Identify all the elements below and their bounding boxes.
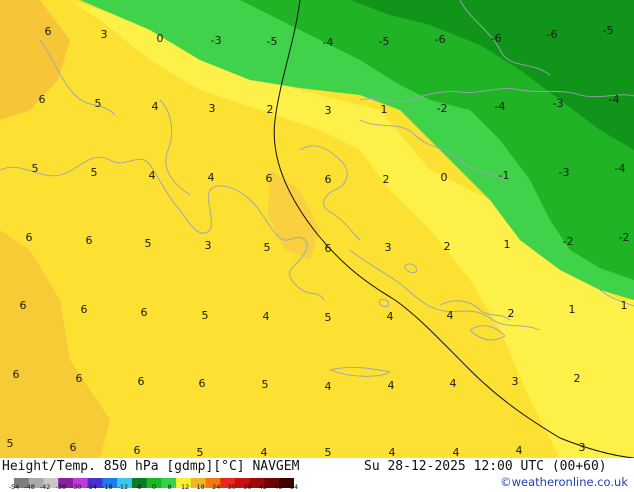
colorbar — [14, 473, 295, 488]
contour-label: 1 — [621, 299, 628, 312]
contour-label: 6 — [141, 306, 148, 319]
contour-label: -5 — [267, 35, 278, 48]
contour-label: 6 — [13, 368, 20, 381]
map-footer: Height/Temp. 850 hPa [gdmp][°C] NAVGEM S… — [0, 458, 634, 491]
contour-label: 5 — [145, 237, 152, 250]
contour-label: -2 — [437, 102, 448, 115]
contour-label: 2 — [267, 103, 274, 116]
contour-label: 6 — [26, 231, 33, 244]
contour-label: 6 — [86, 234, 93, 247]
contour-label: 4 — [516, 444, 523, 457]
contour-label: -3 — [553, 97, 564, 110]
contour-label: -3 — [211, 34, 222, 47]
credit-link[interactable]: ©weatheronline.co.uk — [500, 475, 628, 489]
contour-label: 0 — [157, 32, 164, 45]
contour-label: 5 — [325, 311, 332, 324]
contour-label: -3 — [559, 166, 570, 179]
contour-label: -4 — [609, 93, 620, 106]
contour-label: -5 — [603, 24, 614, 37]
contour-label: 6 — [20, 299, 27, 312]
contour-label: -6 — [435, 33, 446, 46]
contour-label: 2 — [508, 307, 515, 320]
contour-label: 6 — [199, 377, 206, 390]
contour-label: 3 — [101, 28, 108, 41]
contour-label: 4 — [447, 309, 454, 322]
contour-label: 6 — [325, 242, 332, 255]
contour-label: 5 — [325, 446, 332, 458]
map-canvas: 6 3 0 -3 -5 -4 -5 -6 -6 -6 -5 6 5 4 3 2 3 1 -2 -4 -3 -4 5 5 4 4 6 6… — [0, 0, 634, 458]
contour-label: 6 — [76, 372, 83, 385]
contour-label: 3 — [209, 102, 216, 115]
contour-label: 5 — [95, 97, 102, 110]
contour-label: 5 — [7, 437, 14, 450]
contour-label: 4 — [450, 377, 457, 390]
contour-label: 4 — [261, 446, 268, 458]
contour-label: 6 — [266, 172, 273, 185]
contour-label: 6 — [134, 444, 141, 457]
contour-label: -6 — [547, 28, 558, 41]
contour-label: -6 — [491, 32, 502, 45]
contour-label: 4 — [149, 169, 156, 182]
contour-label: 6 — [39, 93, 46, 106]
contour-label: -2 — [619, 231, 630, 244]
contour-label: 6 — [70, 441, 77, 454]
contour-label: 4 — [152, 100, 159, 113]
contour-label: 1 — [504, 238, 511, 251]
temperature-map: 6 3 0 -3 -5 -4 -5 -6 -6 -6 -5 6 5 4 3 2 3 1 -2 -4 -3 -4 5 5 4 4 6 6… — [0, 0, 634, 458]
contour-label: -4 — [615, 162, 626, 175]
contour-label: -4 — [323, 36, 334, 49]
contour-label: 4 — [263, 310, 270, 323]
contour-label: 2 — [383, 173, 390, 186]
contour-label: -1 — [499, 169, 510, 182]
contour-label: 6 — [45, 25, 52, 38]
valid-time: Su 28-12-2025 12:00 UTC (00+60) — [364, 459, 607, 474]
contour-label: 4 — [388, 379, 395, 392]
contour-label: 1 — [569, 303, 576, 316]
contour-label: 2 — [444, 240, 451, 253]
contour-label: 5 — [32, 162, 39, 175]
weather-map-frame: 6 3 0 -3 -5 -4 -5 -6 -6 -6 -5 6 5 4 3 2 3 1 -2 -4 -3 -4 5 5 4 4 6 6… — [0, 0, 634, 491]
contour-label: 3 — [205, 239, 212, 252]
contour-label: 5 — [262, 378, 269, 391]
contour-label: 4 — [387, 310, 394, 323]
contour-label: 5 — [202, 309, 209, 322]
contour-label: 6 — [81, 303, 88, 316]
contour-label: -4 — [495, 100, 506, 113]
contour-label: 5 — [91, 166, 98, 179]
contour-label: 6 — [325, 173, 332, 186]
contour-label: 4 — [208, 171, 215, 184]
contour-label: 4 — [389, 446, 396, 458]
contour-label: 5 — [197, 446, 204, 458]
contour-label: -2 — [563, 235, 574, 248]
contour-label: 0 — [441, 171, 448, 184]
contour-label: 2 — [574, 372, 581, 385]
contour-label: 5 — [264, 241, 271, 254]
contour-label: 4 — [325, 380, 332, 393]
contour-label: 3 — [325, 104, 332, 117]
contour-label: 1 — [381, 103, 388, 116]
contour-label: 6 — [138, 375, 145, 388]
contour-label: 3 — [579, 441, 586, 454]
contour-label: -5 — [379, 35, 390, 48]
contour-label: 4 — [453, 446, 460, 458]
map-title: Height/Temp. 850 hPa [gdmp][°C] NAVGEM — [2, 459, 300, 474]
contour-label: 3 — [512, 375, 519, 388]
contour-label: 3 — [385, 241, 392, 254]
